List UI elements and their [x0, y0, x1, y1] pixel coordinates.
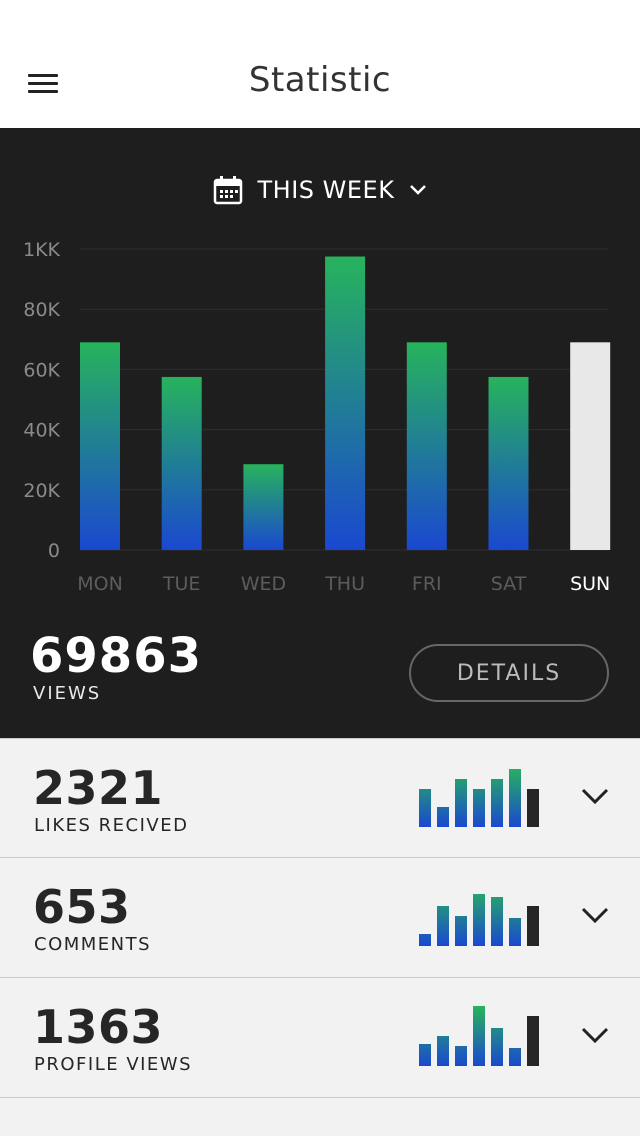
stat-value: 2321: [33, 761, 164, 815]
mini-chart-bar: [455, 779, 467, 827]
mini-chart-bar: [473, 894, 485, 946]
chart-bar-thu[interactable]: [325, 256, 366, 550]
period-label: THIS WEEK: [257, 176, 395, 204]
mini-chart-bar: [491, 1028, 503, 1066]
mini-chart-bar: [491, 779, 503, 827]
mini-chart-bar: [509, 918, 521, 946]
chart-bar-fri[interactable]: [406, 342, 447, 550]
stat-row-likes[interactable]: 2321 LIKES RECIVED: [0, 738, 640, 858]
stat-value: 653: [33, 880, 131, 934]
mini-chart-bar: [509, 769, 521, 827]
calendar-icon: [213, 176, 242, 205]
chevron-down-icon[interactable]: [578, 781, 612, 811]
mini-chart-bar: [437, 906, 449, 946]
stat-value: 1363: [33, 1000, 164, 1054]
stat-label: PROFILE VIEWS: [34, 1054, 193, 1075]
x-tick-label: TUE: [162, 573, 201, 595]
chart-bar-tue[interactable]: [161, 376, 202, 550]
mini-bar-chart: [419, 894, 539, 946]
total-views-label: VIEWS: [33, 683, 102, 704]
mini-chart-bar: [527, 906, 539, 946]
period-selector[interactable]: THIS WEEK: [0, 172, 640, 208]
stat-label: LIKES RECIVED: [34, 815, 189, 836]
mini-chart-bar: [509, 1048, 521, 1066]
chevron-down-icon[interactable]: [578, 900, 612, 930]
statistics-panel: 0 20K 40K 60K 80K 1KK MON TUE WED THU FRI SAT SUN TH…: [0, 128, 640, 738]
stat-row-comments[interactable]: 653 COMMENTS: [0, 858, 640, 978]
x-tick-label: FRI: [412, 573, 442, 595]
chart-bar-sat[interactable]: [488, 376, 529, 550]
mini-chart-bar: [455, 916, 467, 946]
x-tick-label: THU: [324, 573, 365, 595]
mini-chart-bar: [455, 1046, 467, 1066]
mini-chart-bar: [473, 789, 485, 827]
x-tick-label: MON: [77, 573, 123, 595]
chevron-down-icon[interactable]: [578, 1020, 612, 1050]
y-tick-label: 1KK: [23, 239, 61, 261]
mini-chart-bar: [419, 789, 431, 827]
x-tick-label: SAT: [491, 573, 527, 595]
mini-chart-bar: [419, 1044, 431, 1066]
stat-row-profile-views[interactable]: 1363 PROFILE VIEWS: [0, 978, 640, 1098]
mini-chart-bar: [527, 789, 539, 827]
stat-label: COMMENTS: [34, 934, 152, 955]
mini-chart-bar: [437, 1036, 449, 1066]
chart-bar-wed[interactable]: [243, 464, 284, 550]
y-tick-label: 20K: [23, 480, 60, 502]
mini-bar-chart: [419, 769, 539, 827]
chart-bar-mon[interactable]: [80, 342, 120, 550]
x-tick-label: WED: [241, 573, 286, 595]
mini-chart-bar: [419, 934, 431, 946]
mini-chart-bar: [437, 807, 449, 827]
chevron-down-icon: [410, 185, 427, 195]
stats-list: 2321 LIKES RECIVED 653 COMMENTS 1363 PRO…: [0, 738, 640, 1098]
mini-chart-bar: [491, 897, 503, 946]
x-tick-label: SUN: [570, 573, 610, 595]
mini-chart-bar: [527, 1016, 539, 1066]
y-tick-label: 80K: [23, 299, 60, 321]
mini-bar-chart: [419, 1006, 539, 1066]
y-tick-label: 60K: [23, 359, 60, 381]
mini-chart-bar: [473, 1006, 485, 1066]
page-title: Statistic: [248, 60, 392, 100]
details-button[interactable]: DETAILS: [409, 644, 609, 702]
y-tick-label: 40K: [23, 420, 60, 442]
total-views-value: 69863: [30, 628, 202, 684]
app-header: Statistic: [0, 0, 640, 128]
y-tick-label: 0: [48, 540, 60, 562]
chart-bar-sun[interactable]: [570, 342, 611, 550]
